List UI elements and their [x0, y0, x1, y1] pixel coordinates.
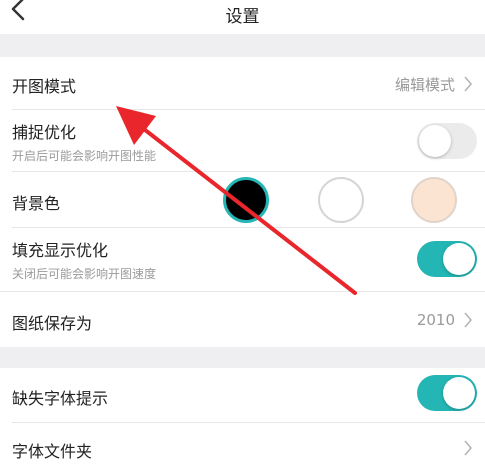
- chevron-right-icon: [464, 312, 473, 328]
- background-swatch-black[interactable]: [223, 177, 269, 223]
- fill-display-optimization-toggle[interactable]: [417, 241, 477, 277]
- chevron-right-icon: [464, 76, 473, 92]
- capture-optimization-hint: 开启后可能会影响开图性能: [12, 149, 157, 163]
- save-drawing-as-label: 图纸保存为: [12, 314, 93, 333]
- chevron-right-icon: [464, 440, 473, 456]
- background-swatch-peach[interactable]: [411, 177, 457, 223]
- background-swatch-white[interactable]: [318, 177, 364, 223]
- save-drawing-as-row[interactable]: 图纸保存为 2010: [0, 292, 485, 347]
- background-color-label: 背景色: [12, 194, 61, 213]
- capture-optimization-row: 捕捉优化 开启后可能会影响开图性能: [0, 110, 485, 172]
- missing-font-hint-row: 缺失字体提示: [0, 368, 485, 423]
- missing-font-hint-toggle[interactable]: [417, 375, 477, 411]
- save-drawing-as-value: 2010: [416, 311, 455, 329]
- capture-optimization-label: 捕捉优化: [12, 123, 77, 142]
- font-folder-row[interactable]: 字体文件夹: [0, 423, 485, 469]
- open-mode-value: 编辑模式: [394, 76, 455, 94]
- capture-optimization-toggle[interactable]: [417, 123, 477, 159]
- fill-display-optimization-label: 填充显示优化: [12, 241, 109, 260]
- fill-display-optimization-row: 填充显示优化 关闭后可能会影响开图速度: [0, 228, 485, 292]
- navigation-bar: 设置: [0, 0, 485, 34]
- toggle-knob: [443, 377, 475, 409]
- page-title: 设置: [225, 7, 260, 27]
- font-folder-label: 字体文件夹: [12, 442, 93, 461]
- fill-display-optimization-hint: 关闭后可能会影响开图速度: [12, 267, 157, 281]
- open-mode-row[interactable]: 开图模式 编辑模式: [0, 57, 485, 110]
- missing-font-hint-label: 缺失字体提示: [12, 389, 109, 408]
- open-mode-label: 开图模式: [12, 77, 77, 96]
- toggle-knob: [419, 125, 451, 157]
- toggle-knob: [443, 243, 475, 275]
- background-color-row: 背景色: [0, 172, 485, 228]
